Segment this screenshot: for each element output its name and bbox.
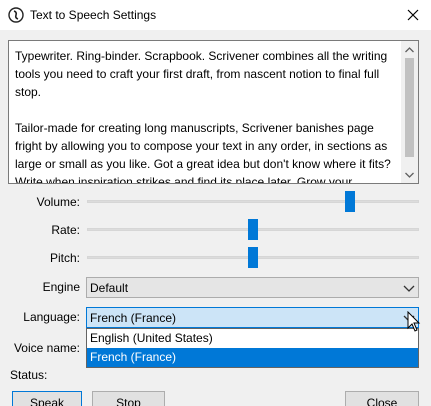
text-paragraph: Typewriter. Ring-binder. Scrapbook. Scri… (15, 49, 388, 99)
speech-text-area[interactable]: Typewriter. Ring-binder. Scrapbook. Scri… (8, 40, 419, 184)
language-option-english[interactable]: English (United States) (87, 329, 418, 348)
close-button[interactable]: Close (345, 391, 419, 406)
scrivener-app-icon (8, 7, 24, 23)
scroll-down-arrow-icon[interactable] (401, 166, 418, 183)
pitch-label: Pitch: (49, 251, 80, 265)
voice-name-label: Voice name: (13, 341, 80, 355)
close-icon[interactable] (395, 0, 431, 30)
language-select[interactable]: French (France) (86, 307, 419, 328)
text-scrollbar[interactable] (401, 41, 418, 183)
volume-label: Volume: (36, 195, 80, 209)
scroll-up-arrow-icon[interactable] (401, 41, 418, 58)
volume-slider-thumb[interactable] (344, 191, 355, 212)
stop-button[interactable]: Stop (92, 391, 165, 406)
rate-slider-thumb[interactable] (248, 219, 258, 240)
language-option-french[interactable]: French (France) (87, 348, 418, 367)
tts-settings-window: Text to Speech Settings Typewriter. Ring… (0, 0, 431, 406)
window-title: Text to Speech Settings (30, 8, 157, 22)
mouse-cursor-icon (407, 311, 421, 332)
status-label: Status: (10, 368, 48, 382)
rate-label: Rate: (51, 223, 80, 237)
scrollbar-thumb[interactable] (405, 58, 414, 157)
language-selected-value: French (France) (90, 311, 177, 325)
speech-text-content: Typewriter. Ring-binder. Scrapbook. Scri… (15, 47, 395, 184)
chevron-down-icon (403, 285, 415, 292)
pitch-slider-thumb[interactable] (248, 247, 258, 268)
engine-select[interactable]: Default (86, 277, 419, 298)
title-bar: Text to Speech Settings (0, 0, 431, 30)
engine-label: Engine (42, 280, 80, 294)
language-dropdown-list: English (United States) French (France) (86, 328, 419, 368)
speak-button[interactable]: Speak (12, 391, 82, 406)
language-label: Language: (23, 310, 80, 324)
text-paragraph: Tailor-made for creating long manuscript… (15, 121, 391, 184)
volume-slider-track[interactable] (87, 200, 419, 203)
engine-selected-value: Default (90, 281, 129, 295)
